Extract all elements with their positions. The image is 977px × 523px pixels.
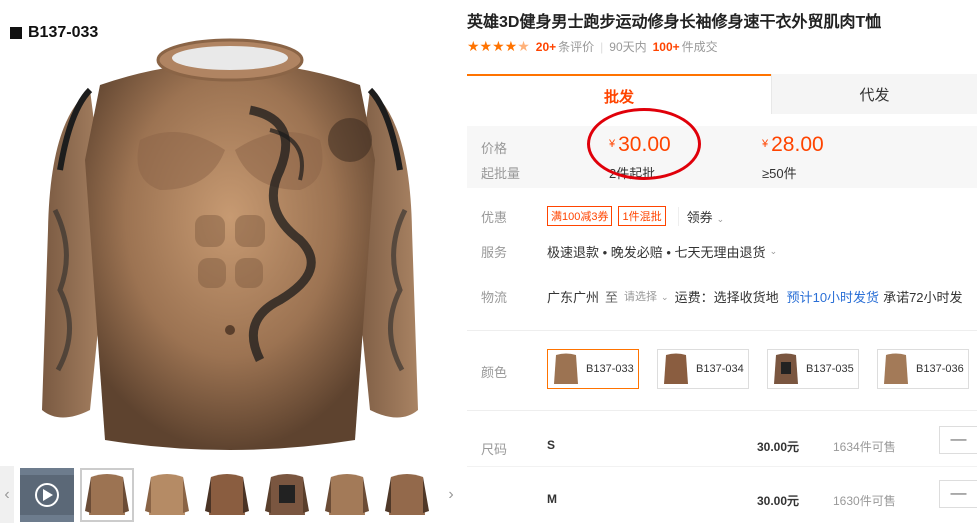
- quantity-minus-button[interactable]: —: [939, 426, 977, 454]
- main-product-image[interactable]: [30, 30, 430, 455]
- product-info-panel: 英雄3D健身男士跑步运动修身长袖修身速干衣外贸肌肉T恤 ★★★★★ 20+ 条评…: [467, 0, 977, 523]
- thumbnail-3[interactable]: [200, 468, 254, 522]
- price-box: 价格 起批量 ¥30.00 2件起批 ¥28.00 ≥50件: [467, 126, 977, 188]
- color-option-4[interactable]: B137-036: [877, 349, 969, 389]
- service-text[interactable]: 极速退款 • 晚发必赔 • 七天无理由退货: [547, 242, 766, 261]
- size-row-s: 尺码 S 30.00元 1634件可售 —: [467, 426, 977, 466]
- divider: [467, 410, 977, 411]
- square-icon: [10, 27, 22, 39]
- color-option-2[interactable]: B137-034: [657, 349, 749, 389]
- rating-bar: ★★★★★ 20+ 条评价 | 90天内 100+ 件成交: [467, 38, 718, 55]
- moq-tier-1: 2件起批: [609, 166, 656, 181]
- moq-tier-2: ≥50件: [762, 166, 797, 181]
- size-row-m: M 30.00元 1630件可售 —: [467, 480, 977, 520]
- sold-label: 件成交: [681, 40, 718, 54]
- shipping-fee: 运费：选择收货地: [674, 289, 779, 305]
- chevron-down-icon: ⌄: [716, 213, 725, 224]
- tab-dropship[interactable]: 代发: [771, 74, 977, 114]
- sold-count: 100+: [652, 39, 680, 54]
- size-name: M: [547, 492, 557, 506]
- arrow-right-icon[interactable]: ›: [444, 466, 458, 523]
- video-thumbnail[interactable]: [20, 467, 74, 522]
- thumbnail-1[interactable]: [80, 467, 134, 522]
- thumbnail-strip: ‹ ›: [0, 466, 460, 523]
- days-label: 90天内: [609, 40, 647, 54]
- thumbnail-6[interactable]: [380, 468, 434, 522]
- coupon-badge-2[interactable]: 1件混批: [618, 206, 666, 226]
- promo-row: 优惠 满100减3券 1件混批 领券 ⌄: [467, 206, 977, 226]
- size-stock: 1634件可售: [833, 440, 896, 454]
- tab-wholesale[interactable]: 批发: [467, 74, 771, 114]
- price-label: 价格: [481, 141, 508, 156]
- thumbnail-5[interactable]: [320, 468, 374, 522]
- divider: [467, 330, 977, 331]
- quantity-minus-button[interactable]: —: [939, 480, 977, 508]
- ship-estimate[interactable]: 预计10小时发货: [787, 287, 879, 306]
- reviews-count[interactable]: 20+: [536, 40, 556, 54]
- reviews-label[interactable]: 条评价: [558, 38, 594, 55]
- size-price: 30.00元: [757, 440, 800, 454]
- claim-coupon-dropdown[interactable]: 领券 ⌄: [677, 206, 725, 226]
- ship-promise: 承诺72小时发: [883, 289, 963, 305]
- arrow-left-icon[interactable]: ‹: [0, 466, 14, 523]
- thumbnail-4[interactable]: [260, 468, 314, 522]
- size-price: 30.00元: [757, 494, 800, 508]
- size-label: 尺码: [481, 442, 508, 457]
- price-tier-2: ¥28.00: [762, 133, 824, 156]
- divider: [467, 466, 977, 467]
- logistics-row: 物流 广东广州 至 请选择 ⌄ 运费：选择收货地 预计10小时发货 承诺72小时发: [467, 287, 977, 305]
- product-gallery: B137-033 ‹ ›: [0, 0, 460, 523]
- coupon-badge-1[interactable]: 满100减3券: [547, 206, 613, 226]
- color-option-1[interactable]: B137-033: [547, 349, 639, 389]
- chevron-down-icon[interactable]: ⌄: [770, 246, 778, 257]
- divider: |: [600, 39, 604, 54]
- price-tier-1: ¥30.00: [609, 133, 671, 156]
- color-option-3[interactable]: B137-035: [767, 349, 859, 389]
- moq-label: 起批量: [481, 166, 521, 181]
- origin-city: 广东广州: [547, 289, 600, 305]
- promo-label: 优惠: [481, 209, 508, 225]
- star-icon: ★★★★★: [467, 38, 530, 54]
- to-label: 至: [605, 289, 619, 305]
- size-name: S: [547, 438, 556, 452]
- color-label: 颜色: [481, 364, 508, 380]
- thumbnail-2[interactable]: [140, 468, 194, 522]
- logistics-label: 物流: [481, 289, 508, 305]
- color-options: B137-033 B137-034 B137-035 B137-036: [547, 349, 969, 389]
- play-icon: [20, 474, 74, 515]
- chevron-down-icon: ⌄: [661, 292, 669, 302]
- product-title: 英雄3D健身男士跑步运动修身长袖修身速干衣外贸肌肉T恤: [467, 14, 882, 31]
- service-row: 服务 极速退款 • 晚发必赔 • 七天无理由退货 ⌄: [467, 242, 977, 260]
- size-stock: 1630件可售: [833, 494, 896, 508]
- service-label: 服务: [481, 244, 508, 260]
- purchase-tabs: 批发 代发: [467, 74, 977, 114]
- destination-select[interactable]: 请选择 ⌄: [624, 288, 669, 304]
